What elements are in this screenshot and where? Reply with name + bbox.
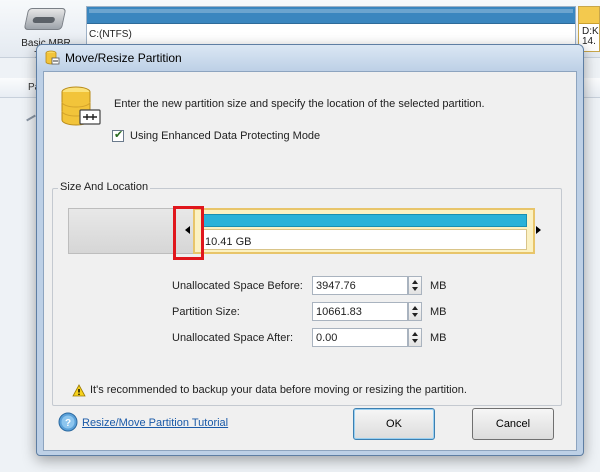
size-unit: MB <box>430 306 447 318</box>
spin-down-icon[interactable] <box>412 287 418 291</box>
spin-up-icon[interactable] <box>412 306 418 310</box>
warning-text: It's recommended to backup your data bef… <box>90 384 467 396</box>
spin-up-icon[interactable] <box>412 332 418 336</box>
partition-map: 10.41 GB <box>68 208 541 254</box>
partition-c-usage-bar <box>87 7 575 24</box>
database-resize-icon <box>45 50 60 65</box>
ok-button[interactable]: OK <box>353 408 435 440</box>
cancel-button[interactable]: Cancel <box>472 408 554 440</box>
protect-mode-label[interactable]: Using Enhanced Data Protecting Mode <box>130 130 320 142</box>
spin-down-icon[interactable] <box>412 313 418 317</box>
spin-up-icon[interactable] <box>412 280 418 284</box>
move-resize-dialog: Move/Resize Partition Enter the new part… <box>36 44 584 456</box>
size-location-title: Size And Location <box>58 181 151 193</box>
before-unit: MB <box>430 280 447 292</box>
partition-used-bar <box>201 214 527 227</box>
size-label: Partition Size: <box>172 306 240 318</box>
checkmark-icon: ✔ <box>114 129 124 141</box>
after-label: Unallocated Space After: <box>172 332 294 344</box>
dialog-titlebar[interactable]: Move/Resize Partition <box>37 45 583 71</box>
hard-disk-icon <box>23 8 67 30</box>
right-resize-handle[interactable] <box>536 226 541 234</box>
unallocated-before-spinner[interactable] <box>408 276 422 295</box>
highlight-annotation-box <box>173 206 204 260</box>
warning-icon <box>72 384 86 397</box>
dialog-body: Enter the new partition size and specify… <box>43 71 577 451</box>
tutorial-link[interactable]: Resize/Move Partition Tutorial <box>82 417 228 429</box>
unallocated-after-spinner[interactable] <box>408 328 422 347</box>
spin-down-icon[interactable] <box>412 339 418 343</box>
dialog-title: Move/Resize Partition <box>65 51 182 65</box>
svg-text:?: ? <box>65 418 71 429</box>
partition-size-input[interactable]: 10661.83 <box>312 302 408 321</box>
partition-size-spinner[interactable] <box>408 302 422 321</box>
protect-mode-checkbox[interactable]: ✔ <box>112 129 124 142</box>
database-resize-icon <box>61 86 101 126</box>
after-unit: MB <box>430 332 447 344</box>
partition-d-usage-bar <box>579 7 599 24</box>
partition-block[interactable]: 10.41 GB <box>193 208 535 254</box>
intro-text: Enter the new partition size and specify… <box>114 98 485 110</box>
help-icon[interactable]: ? <box>58 412 78 432</box>
unallocated-before-input[interactable]: 3947.76 <box>312 276 408 295</box>
unallocated-after-input[interactable]: 0.00 <box>312 328 408 347</box>
partition-c-label: C:(NTFS) <box>89 29 132 40</box>
partition-size-label: 10.41 GB <box>205 236 252 248</box>
partition-d-label: D:K 14. <box>582 26 599 47</box>
before-label: Unallocated Space Before: <box>172 280 303 292</box>
